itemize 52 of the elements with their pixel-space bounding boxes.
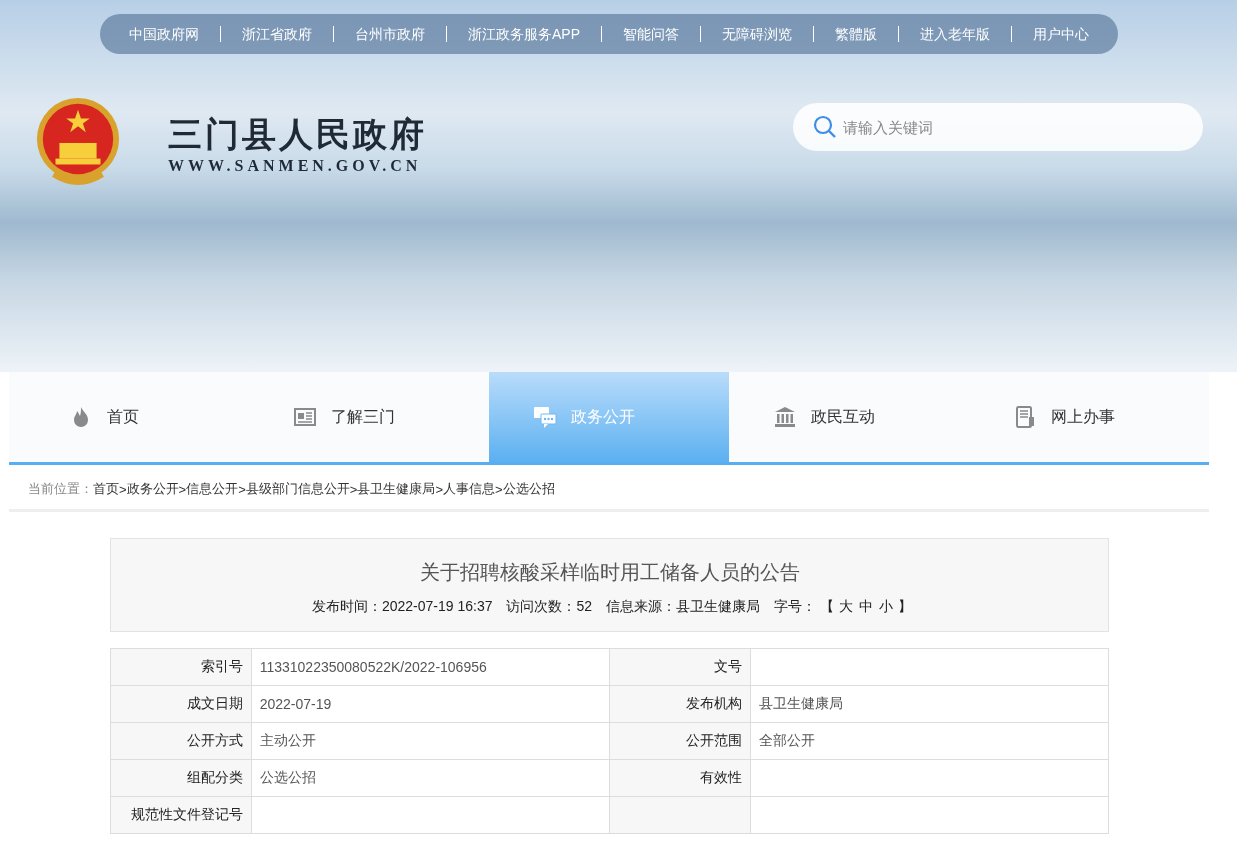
breadcrumb-separator: > (238, 481, 246, 497)
nav-tab[interactable]: 了解三门 (249, 372, 489, 462)
site-url: WWW.SANMEN.GOV.CN (168, 157, 423, 175)
building-icon (773, 405, 797, 429)
chat-icon (533, 405, 557, 429)
field-value: 主动公开 (251, 722, 610, 760)
breadcrumb-label: 当前位置： (28, 480, 93, 498)
field-value: 2022-07-19 (251, 685, 610, 723)
field-label: 索引号 (110, 648, 252, 686)
field-label: 规范性文件登记号 (110, 796, 252, 834)
breadcrumb-link[interactable]: 县卫生健康局 (357, 480, 436, 498)
nav-tab[interactable]: 政民互动 (729, 372, 969, 462)
newspaper-icon (293, 405, 317, 429)
field-value: 县卫生健康局 (750, 685, 1109, 723)
field-label: 公开范围 (609, 722, 751, 760)
search-field[interactable]: 请输入关键词 (793, 103, 1203, 151)
font-size-option[interactable]: 小 (879, 598, 894, 616)
field-label: 组配分类 (110, 759, 252, 797)
breadcrumb-link[interactable]: 人事信息 (442, 480, 495, 498)
breadcrumb-link[interactable]: 信息公开 (186, 480, 239, 498)
field-label: 成文日期 (110, 685, 252, 723)
font-size-option[interactable]: 中 (859, 598, 874, 616)
emblem-icon (34, 95, 122, 187)
article-meta: 信息来源：县卫生健康局 (606, 598, 761, 616)
nav-tab[interactable]: 网上办事 (969, 372, 1209, 462)
field-value: 公选公招 (251, 759, 610, 797)
field-label: 有效性 (609, 759, 751, 797)
field-label: 公开方式 (110, 722, 252, 760)
font-size-label: 字号： (774, 598, 817, 616)
breadcrumb-separator: > (494, 481, 503, 497)
breadcrumb-link[interactable]: 首页 (93, 480, 119, 498)
document-icon (1013, 405, 1037, 429)
bracket: 】 (898, 598, 913, 616)
nav-tab[interactable]: 首页 (9, 372, 249, 462)
breadcrumb-link[interactable]: 政务公开 (126, 480, 179, 498)
breadcrumb-separator: > (435, 481, 443, 497)
article-meta: 发布时间：2022-07-19 16:37 (311, 598, 493, 616)
breadcrumb-separator: > (349, 481, 358, 497)
field-value: 11331022350080522K/2022-106956 (251, 648, 610, 686)
breadcrumb-link[interactable]: 县级部门信息公开 (245, 480, 350, 498)
field-label: 发布机构 (609, 685, 751, 723)
breadcrumb-link[interactable]: 公选公招 (502, 480, 555, 498)
site-title: 三门县人民政府 (168, 115, 427, 155)
breadcrumb-separator: > (119, 481, 127, 497)
breadcrumb-separator: > (178, 481, 187, 497)
article-title: 关于招聘核酸采样临时用工储备人员的公告 (418, 560, 801, 585)
article-meta: 访问次数：52 (506, 598, 593, 616)
field-label: 文号 (609, 648, 751, 686)
field-value: 全部公开 (750, 722, 1109, 760)
bracket: 【 (820, 598, 835, 616)
search-icon (813, 115, 837, 139)
font-size-option[interactable]: 大 (839, 598, 854, 616)
